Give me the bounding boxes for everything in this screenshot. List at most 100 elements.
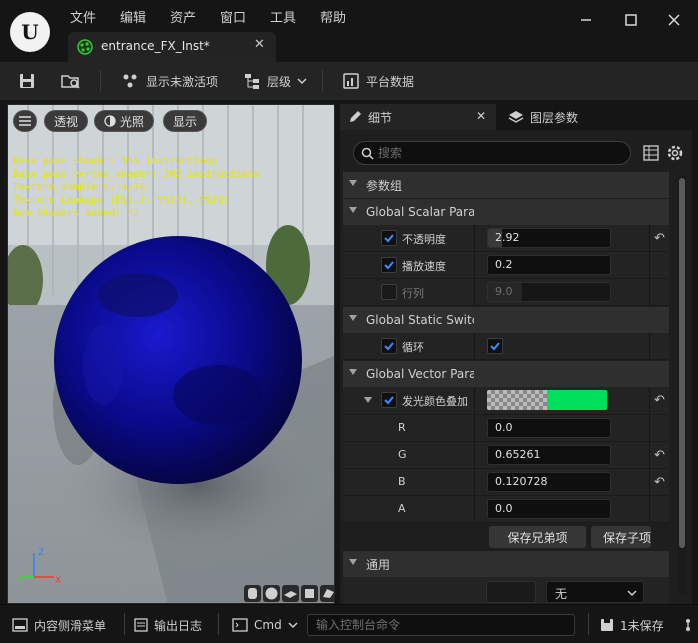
category-vector-label: Global Vector Parameter Values	[366, 367, 474, 381]
content-drawer-button[interactable]: 内容侧滑菜单	[12, 613, 106, 637]
lit-mode-label: 光照	[120, 114, 145, 129]
tab-details[interactable]: 细节 ✕	[340, 104, 496, 130]
lit-mode-button[interactable]: 光照	[94, 110, 155, 132]
param-row-opacity: 不透明度 2.92 ↶	[343, 225, 669, 252]
chevron-down-icon	[297, 78, 307, 85]
category-scalar-params[interactable]: Global Scalar Parameter Values	[343, 199, 669, 225]
scroll-thumb[interactable]	[679, 178, 685, 548]
channel-name: B	[398, 475, 406, 488]
minimize-button[interactable]	[572, 8, 600, 32]
reset-to-default-icon[interactable]: ↶	[654, 448, 665, 463]
alpha-checker	[487, 390, 547, 410]
reset-to-default-icon[interactable]: ↶	[654, 231, 665, 246]
hamburger-icon	[19, 116, 31, 126]
channel-a-field[interactable]: 0.0	[487, 499, 611, 519]
plane-mesh-icon[interactable]	[282, 585, 299, 602]
perspective-label: 透视	[54, 114, 79, 129]
tab-layer-params[interactable]: 图层参数	[500, 104, 578, 130]
status-bar: 内容侧滑菜单 输出日志 Cmd 1未保存	[0, 604, 698, 643]
channel-g-field[interactable]: 0.65261	[487, 445, 611, 465]
close-window-button[interactable]	[660, 8, 688, 32]
general-select[interactable]: 无	[546, 581, 644, 603]
axis-x-label: X	[55, 576, 61, 586]
override-checkbox[interactable]	[381, 338, 397, 354]
channel-g-value: 0.65261	[495, 448, 541, 461]
minimize-icon	[581, 19, 591, 21]
table-view-icon[interactable]	[643, 145, 659, 161]
hierarchy-label: 层级	[267, 74, 292, 89]
param-name: 不透明度	[402, 233, 446, 246]
tab-close-icon[interactable]: ✕	[254, 37, 265, 52]
details-scrollbar[interactable]	[678, 176, 686, 594]
play-speed-value-field[interactable]: 0.2	[487, 255, 611, 275]
lit-icon	[104, 115, 116, 127]
details-tab-strip: 细节 ✕ 图层参数	[340, 104, 692, 130]
category-general[interactable]: 通用	[343, 551, 669, 577]
logo-glyph: U	[21, 20, 39, 44]
search-input[interactable]	[378, 144, 618, 162]
category-scalar-label: Global Scalar Parameter Values	[366, 205, 474, 219]
expand-arrow-icon[interactable]	[364, 397, 372, 403]
viewport-menu-button[interactable]	[13, 110, 37, 132]
menu-file[interactable]: 文件	[70, 7, 96, 26]
menu-window[interactable]: 窗口	[220, 7, 246, 26]
cmd-dropdown[interactable]: Cmd	[232, 613, 298, 637]
param-name: 行列	[402, 287, 424, 300]
reset-to-default-icon[interactable]: ↶	[654, 475, 665, 490]
search-field[interactable]	[353, 141, 631, 165]
platform-data-button[interactable]: 平台数据	[342, 62, 414, 100]
asset-tab[interactable]: entrance_FX_Inst* ✕	[68, 32, 276, 62]
revision-control-button[interactable]	[684, 613, 696, 637]
menu-edit[interactable]: 编辑	[120, 7, 146, 26]
save-button[interactable]	[18, 62, 36, 100]
color-swatch[interactable]	[487, 390, 607, 410]
output-log-label: 输出日志	[154, 618, 203, 633]
cube-mesh-icon[interactable]	[301, 585, 318, 602]
maximize-button[interactable]	[617, 8, 645, 32]
override-checkbox[interactable]	[381, 257, 397, 273]
channel-r-field[interactable]: 0.0	[487, 418, 611, 438]
channel-row-g: G 0.65261 ↶	[343, 442, 669, 469]
rows-cols-value-field[interactable]: 9.0	[487, 282, 611, 302]
perspective-button[interactable]: 透视	[44, 110, 89, 132]
menu-asset[interactable]: 资产	[170, 7, 196, 26]
category-static-switch-params[interactable]: Global Static Switch Parameter Values	[343, 307, 669, 333]
show-button[interactable]: 显示	[163, 110, 208, 132]
browse-asset-button[interactable]	[60, 62, 82, 100]
parameters-icon	[123, 74, 137, 88]
menu-tools[interactable]: 工具	[270, 7, 296, 26]
loop-value-checkbox[interactable]	[487, 338, 503, 354]
channel-b-field[interactable]: 0.120728	[487, 472, 611, 492]
status-separator	[588, 613, 589, 635]
rows-cols-value: 9.0	[495, 285, 513, 298]
param-row-rows-cols: 行列 9.0	[343, 279, 669, 306]
cylinder-mesh-icon[interactable]	[244, 585, 261, 602]
output-log-button[interactable]: 输出日志	[134, 613, 202, 637]
category-vector-params[interactable]: Global Vector Parameter Values	[343, 361, 669, 387]
unsaved-assets-button[interactable]: 1未保存	[600, 613, 664, 637]
hierarchy-dropdown[interactable]: 层级	[243, 62, 307, 100]
save-siblings-button[interactable]: 保存兄弟项	[489, 526, 586, 548]
settings-gear-icon[interactable]	[666, 144, 684, 162]
opacity-value-field[interactable]: 2.92	[487, 228, 611, 248]
axis-y-label: Y	[16, 576, 23, 586]
menu-help[interactable]: 帮助	[320, 7, 346, 26]
save-children-button[interactable]: 保存子项	[591, 526, 651, 548]
tab-details-label: 细节	[368, 110, 393, 125]
stat-line: Texture samplers: 4/16	[13, 182, 146, 193]
console-command-field[interactable]	[307, 614, 575, 636]
reset-to-default-icon[interactable]: ↶	[654, 393, 665, 408]
tab-close-icon[interactable]: ✕	[476, 109, 486, 123]
preview-viewport[interactable]: 透视 光照 显示 Base pass shader: 155 instructi…	[7, 104, 335, 604]
override-checkbox[interactable]	[381, 230, 397, 246]
category-param-groups[interactable]: 参数组	[343, 172, 669, 198]
override-checkbox[interactable]	[381, 284, 397, 300]
show-inactive-button[interactable]: 显示未激活项	[120, 62, 218, 100]
console-input[interactable]	[308, 615, 574, 635]
toolbar-separator	[100, 70, 101, 92]
teapot-mesh-icon[interactable]	[320, 585, 335, 602]
sphere-mesh-icon[interactable]	[263, 585, 280, 602]
thumbnail-slot[interactable]	[486, 581, 536, 603]
override-checkbox[interactable]	[381, 392, 397, 408]
unreal-logo[interactable]: U	[10, 12, 50, 52]
